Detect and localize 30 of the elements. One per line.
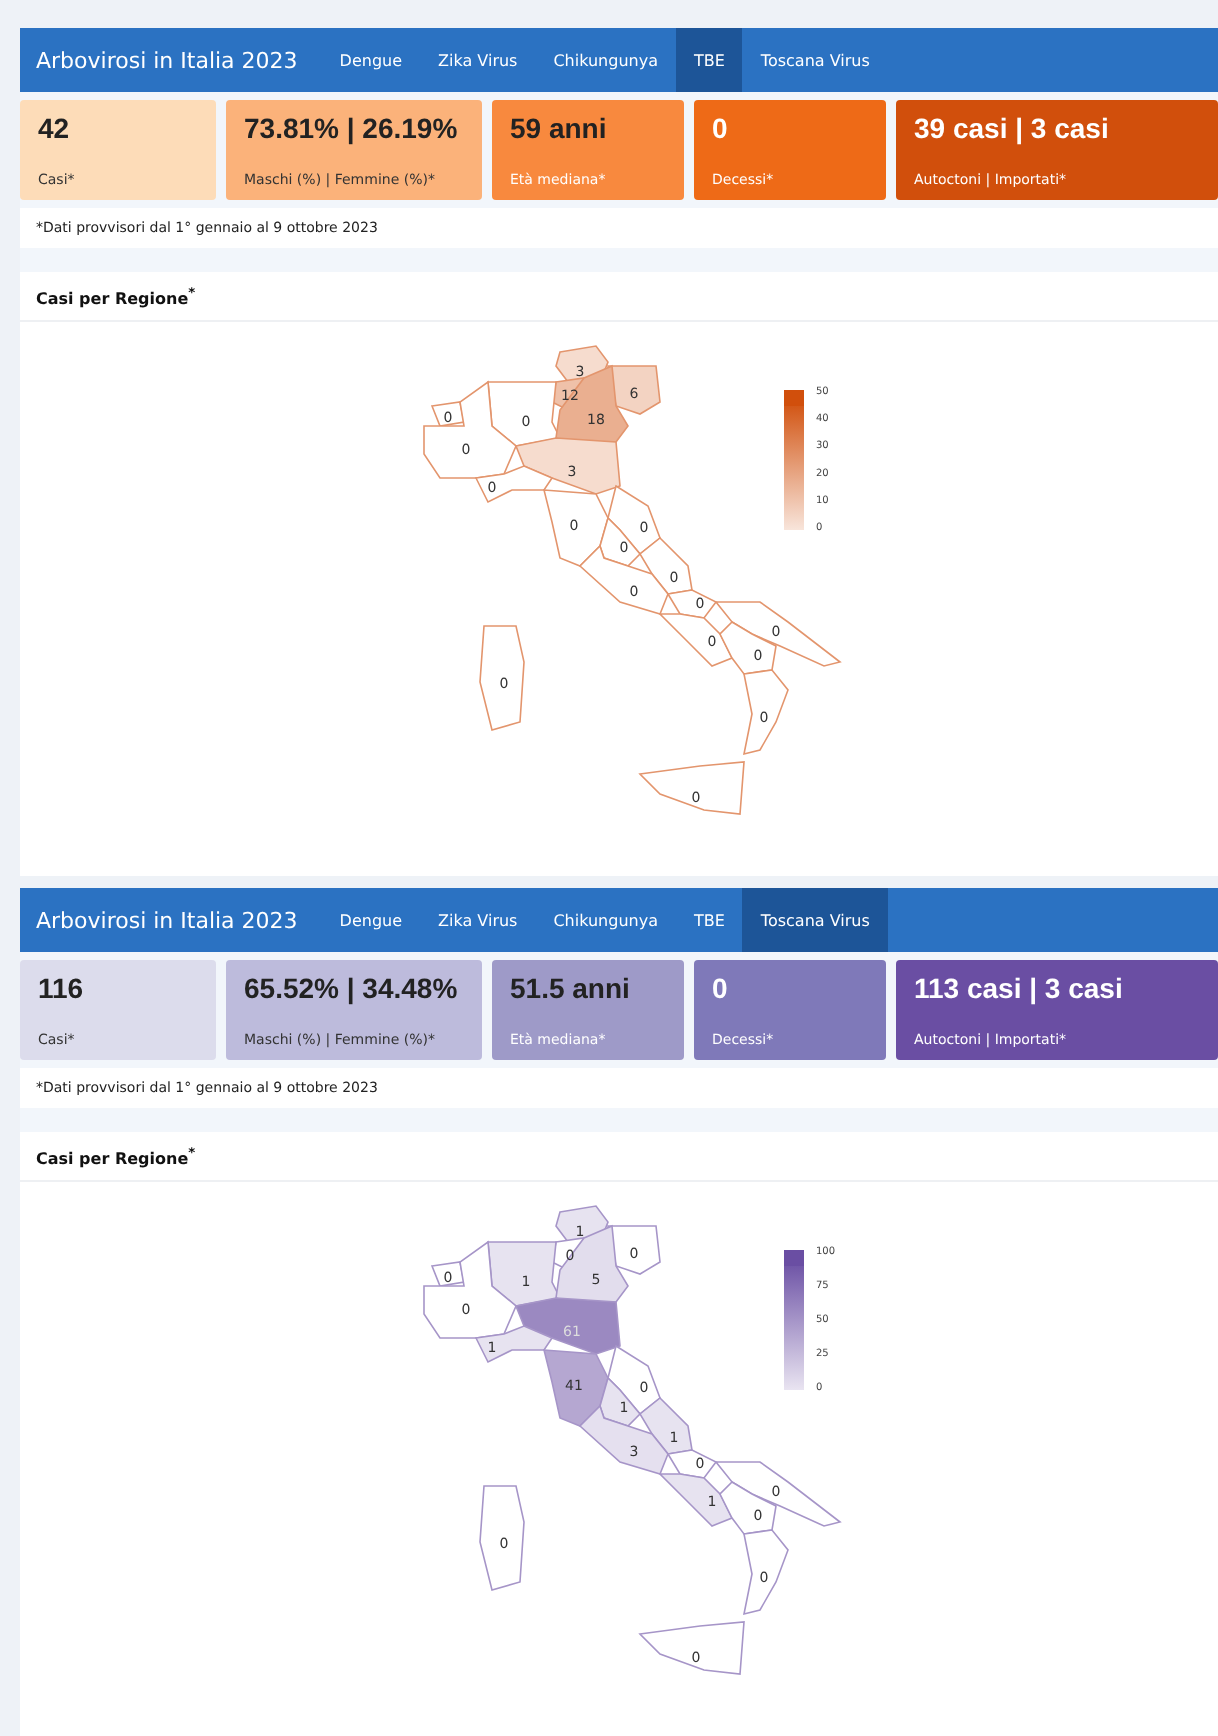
nav-tab[interactable]: Toscana Virus [742, 888, 888, 952]
stat-value: 0 [712, 112, 728, 144]
section-title: Casi per Regione$^{*}$ [20, 272, 1218, 322]
stat-value: 0 [712, 972, 728, 1004]
nav-tab[interactable]: Chikungunya [535, 888, 676, 952]
region-shape [478, 1484, 524, 1591]
nav-tab[interactable]: TBE [675, 28, 743, 92]
stat-value: 59 anni [510, 112, 607, 144]
stat-value: 39 casi | 3 casi [914, 112, 1109, 144]
nav-tab[interactable]: Zika Virus [420, 28, 536, 92]
region-shape [637, 1620, 744, 1675]
region-shape [478, 624, 524, 731]
app-title: Arbovirosi in Italia 2023 [34, 45, 300, 77]
legend-color-bar [783, 389, 803, 530]
nav-tab[interactable]: Zika Virus [420, 888, 536, 952]
section-title: Casi per Regione$^{*}$ [20, 1132, 1218, 1182]
nav-tab[interactable]: Dengue [321, 888, 421, 952]
stat-value: 73.81% | 26.19% [244, 112, 458, 144]
nav-tab[interactable]: Dengue [321, 28, 421, 92]
stat-value: 116 [38, 972, 84, 1004]
nav-tab[interactable]: Toscana Virus [742, 28, 888, 92]
stat-value: 65.52% | 34.48% [244, 972, 458, 1004]
legend-color-bar [783, 1249, 803, 1390]
stat-value: 113 casi | 3 casi [914, 972, 1123, 1004]
stat-value: 51.5 anni [510, 972, 630, 1004]
region-shape [637, 760, 744, 815]
stat-value: 42 [38, 112, 70, 144]
nav-tab[interactable]: Chikungunya [535, 28, 676, 92]
app-title: Arbovirosi in Italia 2023 [34, 905, 300, 937]
nav-tab[interactable]: TBE [675, 888, 743, 952]
